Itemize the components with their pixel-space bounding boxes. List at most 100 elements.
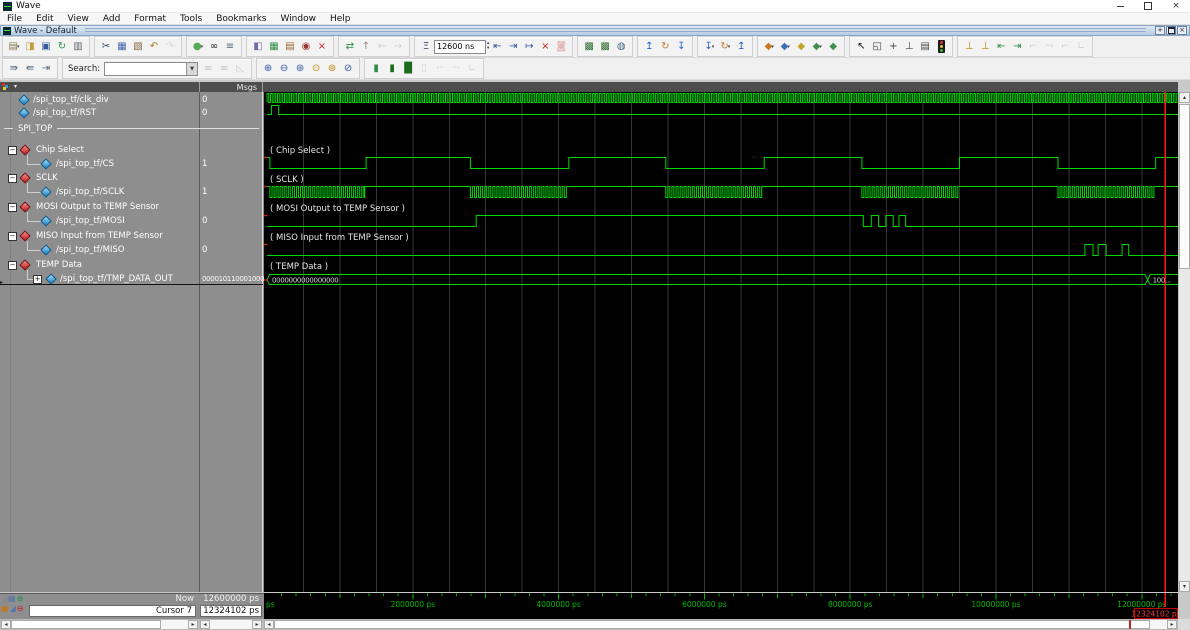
menu-help[interactable]: Help — [323, 14, 358, 24]
wave-find-button[interactable]: ◉ — [298, 39, 314, 55]
prev-falling-button[interactable]: ∟ — [1073, 39, 1089, 55]
zoom-in-button[interactable]: ⊕ — [260, 61, 276, 77]
wave-events-button[interactable]: ▤ — [282, 39, 298, 55]
signal-row[interactable]: /spi_top_tf/clk_div 0 — [0, 93, 263, 106]
wave-create-button[interactable]: ▦ — [266, 39, 282, 55]
run-length-input[interactable] — [434, 39, 486, 54]
collapse-group-icon[interactable]: − — [8, 203, 17, 212]
menu-tools[interactable]: Tools — [173, 14, 209, 24]
restart-button[interactable]: ⇤ — [489, 39, 505, 55]
phase-d-button[interactable]: ∟ — [464, 61, 480, 77]
menu-format[interactable]: Format — [127, 14, 173, 24]
next-transition-button[interactable]: ⇥ — [1009, 39, 1025, 55]
zoom-out-button[interactable]: ⊖ — [276, 61, 292, 77]
run-button[interactable]: ⇥ — [505, 39, 521, 55]
group-name[interactable]: SCLK — [36, 173, 58, 183]
collapse-group-icon[interactable]: − — [8, 232, 17, 241]
wave-compile-button[interactable]: ◧ — [250, 39, 266, 55]
menu-view[interactable]: View — [61, 14, 96, 24]
menu-add[interactable]: Add — [96, 14, 127, 24]
edit-mode-button[interactable]: ▤ — [917, 39, 933, 55]
undo-button[interactable]: ↶ — [146, 39, 162, 55]
wave-vertical-scrollbar[interactable]: ▴ ▾ — [1178, 92, 1190, 592]
show-markers-button[interactable]: █ — [400, 61, 416, 77]
next-event-button[interactable]: ↧ — [673, 39, 689, 55]
cut-button[interactable]: ✂ — [98, 39, 114, 55]
menu-file[interactable]: File — [0, 14, 29, 24]
signal-row[interactable]: /spi_top_tf/SCLK 1 — [0, 183, 263, 198]
signal-name[interactable]: /spi_top_tf/SCLK — [56, 187, 124, 197]
add-bookmark-button[interactable]: ↧ ▾ — [701, 39, 717, 55]
signal-name[interactable]: /spi_top_tf/MOSI — [56, 216, 125, 226]
pane-grip[interactable] — [84, 27, 1146, 34]
search-down-button[interactable]: ∞ — [200, 61, 216, 77]
timeline-ruler[interactable]: ps 2000000 ps 4000000 ps 6000000 ps 8000000 … — [264, 593, 1181, 619]
pane-dock-button[interactable] — [1166, 26, 1176, 35]
waveform-canvas[interactable]: 0000000000000000 100... ( Chip Select ) ( S… — [264, 92, 1178, 592]
wave-delete-button[interactable]: × — [314, 39, 330, 55]
up-scope-button[interactable]: ↑ — [358, 39, 374, 55]
run-length-icon[interactable]: Ξ — [418, 39, 434, 55]
signal-name[interactable]: /spi_top_tf/RST — [33, 108, 96, 118]
zoom-range-button[interactable]: ⊘ — [340, 61, 356, 77]
phase-c-button[interactable]: ¬ — [448, 61, 464, 77]
minimize-button[interactable] — [1106, 0, 1134, 12]
zoom-mode-button[interactable]: ◱ — [869, 39, 885, 55]
hscroll-thumb[interactable] — [11, 620, 161, 629]
reload-button[interactable]: ↻ — [54, 39, 70, 55]
delete-cursor-icon[interactable]: ⊖ — [17, 604, 24, 614]
forward-button[interactable]: → — [390, 39, 406, 55]
close-button[interactable]: × — [1162, 0, 1190, 12]
hscroll-thumb[interactable] — [274, 620, 1150, 629]
reload-events-button[interactable]: ↻ — [657, 39, 673, 55]
signal-row[interactable]: /spi_top_tf/MISO 0 — [0, 241, 263, 256]
zoom-cursor-button[interactable]: ⊚ — [324, 61, 340, 77]
scroll-left-icon[interactable]: ◂ — [264, 620, 274, 629]
scroll-left-icon[interactable]: ◂ — [200, 620, 210, 629]
browser-button[interactable]: ◍ — [613, 39, 629, 55]
pane-close-button[interactable]: × — [1177, 26, 1187, 35]
two-cursor-mode-button[interactable]: ⊥ — [901, 39, 917, 55]
new-file-button[interactable]: ▤ ▾ — [6, 39, 22, 55]
next-falling-button[interactable]: ¬ — [1041, 39, 1057, 55]
toggle-group-button[interactable]: ⇥ — [38, 61, 54, 77]
phase-b-button[interactable]: ⌐ — [432, 61, 448, 77]
show-cursors-button[interactable]: ▮ — [368, 61, 384, 77]
group-name[interactable]: TEMP Data — [36, 260, 82, 270]
edit-cursor-icon[interactable]: ◢ — [10, 604, 16, 614]
signal-row[interactable]: /spi_top_tf/MOSI 0 — [0, 212, 263, 227]
scroll-right-icon[interactable]: ▸ — [188, 620, 198, 629]
menu-edit[interactable]: Edit — [29, 14, 60, 24]
watch-view-button[interactable]: ◆ — [825, 39, 841, 55]
scroll-right-icon[interactable]: ▸ — [252, 620, 262, 629]
phase-a-button[interactable]: ▯ — [416, 61, 432, 77]
names-hscrollbar[interactable]: ◂ ▸ — [0, 619, 199, 630]
zoom-full-button[interactable]: ⊛ — [292, 61, 308, 77]
signal-name[interactable]: /spi_top_tf/MISO — [56, 245, 125, 255]
scroll-up-icon[interactable]: ▴ — [1179, 92, 1190, 103]
collapse-group-icon[interactable]: − — [8, 261, 17, 270]
wave-window-new-button[interactable]: ▩ — [597, 39, 613, 55]
values-hscrollbar[interactable]: ◂ ▸ — [199, 619, 263, 630]
show-hierarchy-button[interactable]: ≡ — [222, 39, 238, 55]
signal-column-icon[interactable] — [2, 83, 11, 91]
redo-button[interactable]: ↷ — [162, 39, 178, 55]
lock-cursor-icon[interactable]: ▣ — [1, 604, 9, 614]
search-combobox[interactable]: ▼ — [104, 61, 199, 76]
goto-bookmark-button[interactable]: ↥ — [733, 39, 749, 55]
group-name[interactable]: MOSI Output to TEMP Sensor — [36, 202, 159, 212]
restore-button[interactable] — [1134, 0, 1162, 12]
save-button[interactable]: ▣ — [38, 39, 54, 55]
pane-header[interactable]: Wave - Default + × — [0, 25, 1190, 36]
scroll-left-icon[interactable]: ◂ — [1, 620, 11, 629]
back-button[interactable]: ← — [374, 39, 390, 55]
prev-transition-button[interactable]: ⇤ — [993, 39, 1009, 55]
remove-cursor-button[interactable]: ⊥ — [977, 39, 993, 55]
wave-hscrollbar[interactable]: ◂ ▸ — [263, 619, 1178, 630]
search-options-button[interactable]: ◺ — [232, 61, 248, 77]
group-name[interactable]: MISO Input from TEMP Sensor — [36, 231, 163, 241]
pane-add-button[interactable]: + — [1155, 26, 1165, 35]
group-name[interactable]: Chip Select — [36, 145, 84, 155]
paste-button[interactable]: ▧ — [130, 39, 146, 55]
combo-dropdown-icon[interactable]: ▼ — [186, 62, 198, 75]
